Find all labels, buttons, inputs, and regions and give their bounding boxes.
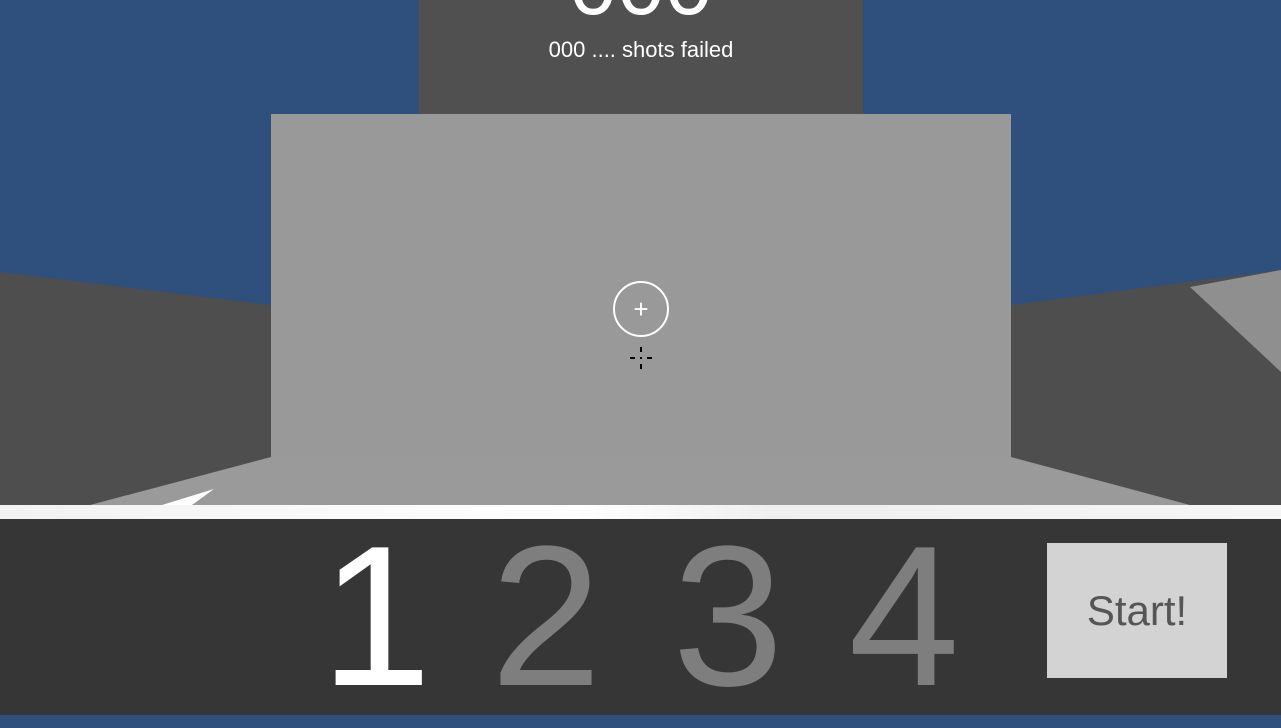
ground-plane	[90, 457, 1190, 505]
crosshair-cursor-icon	[630, 347, 652, 369]
start-button[interactable]: Start!	[1047, 543, 1227, 678]
score-count: 000	[419, 0, 863, 28]
plus-circle-icon: +	[613, 281, 669, 337]
weapon-slot-4[interactable]: 4	[824, 517, 984, 717]
weapon-slot-2[interactable]: 2	[466, 517, 626, 717]
crosshair-plus: +	[633, 294, 649, 324]
weapon-slot-1[interactable]: 1	[296, 517, 456, 717]
weapon-bar: 1 2 3 4 Start!	[0, 517, 1281, 717]
weapon-slot-3[interactable]: 3	[648, 517, 808, 717]
hud-divider	[0, 505, 1281, 519]
score-panel: 000 000 .... shots failed	[419, 0, 863, 114]
shots-failed-label: 000 .... shots failed	[548, 37, 734, 62]
